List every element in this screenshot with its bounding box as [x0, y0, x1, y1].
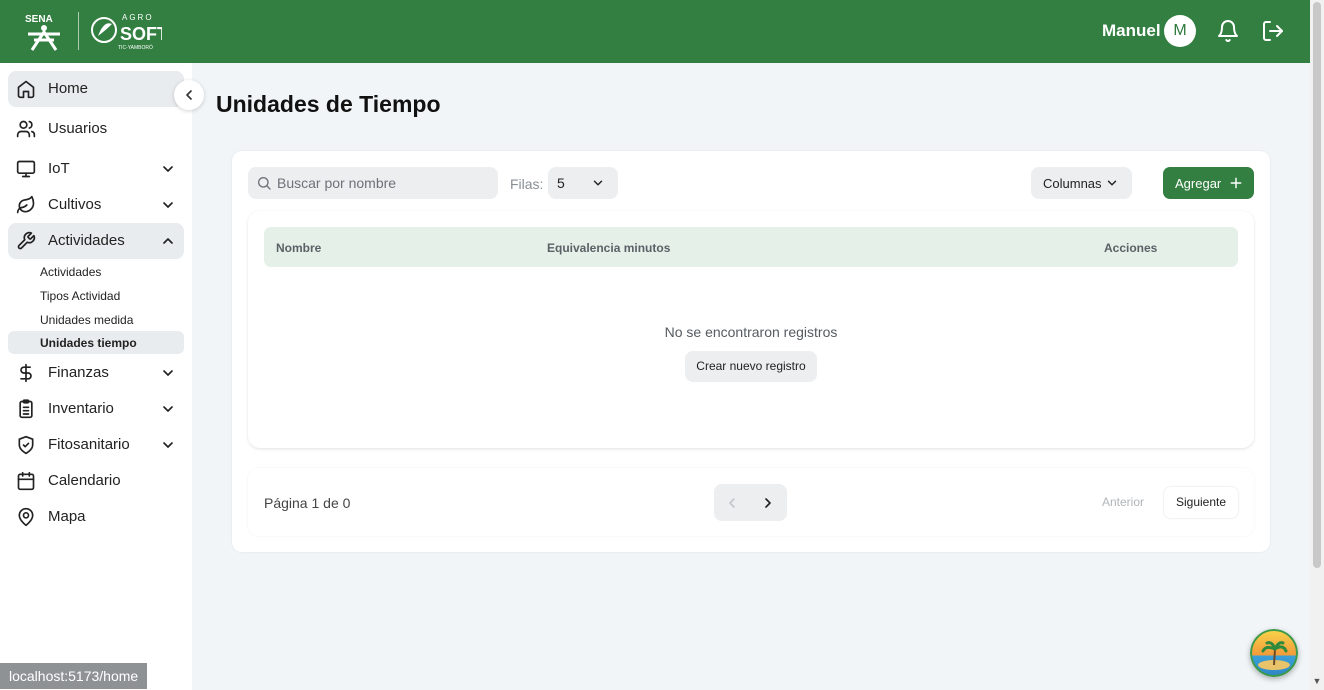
column-header-equivalencia[interactable]: Equivalencia minutos — [547, 241, 670, 255]
sidebar-item-fitosanitario[interactable]: Fitosanitario — [8, 427, 184, 463]
sidebar-subitem-label: Actividades — [40, 265, 102, 279]
sidebar-item-label: Home — [48, 80, 89, 97]
sidebar-item-calendario[interactable]: Calendario — [8, 463, 184, 499]
svg-text:SENA: SENA — [25, 14, 53, 25]
shield-check-icon — [18, 435, 34, 455]
sidebar-item-label: Inventario — [48, 400, 114, 417]
users-icon — [16, 120, 36, 138]
sidebar-item-finanzas[interactable]: Finanzas — [8, 355, 184, 391]
rows-per-page-select[interactable]: 5 — [548, 167, 618, 199]
sidebar-item-label: Usuarios — [48, 120, 108, 137]
previous-page-button[interactable]: Anterior — [1090, 487, 1156, 518]
sidebar-item-label: Finanzas — [48, 364, 109, 381]
sidebar-item-label: Calendario — [48, 472, 121, 489]
logo-divider — [78, 12, 79, 50]
create-record-button[interactable]: Crear nuevo registro — [685, 351, 817, 382]
columns-button-label: Columnas — [1043, 176, 1102, 191]
page-info: Página 1 de 0 — [264, 495, 351, 511]
table-header: Nombre Equivalencia minutos Acciones — [264, 227, 1238, 267]
sidebar-subitem-label: Unidades medida — [40, 313, 134, 327]
page-title: Unidades de Tiempo — [216, 91, 441, 117]
sidebar-item-usuarios[interactable]: Usuarios — [8, 111, 184, 147]
sidebar-subitem-actividades[interactable]: Actividades — [8, 260, 184, 283]
sidebar-item-label: IoT — [48, 160, 70, 177]
rows-label: Filas: — [510, 176, 544, 192]
chevron-down-icon — [1107, 180, 1117, 186]
clipboard-list-icon — [19, 399, 33, 419]
sidebar-item-actividades[interactable]: Actividades — [8, 223, 184, 259]
rows-per-page-value: 5 — [557, 175, 565, 191]
sidebar: Home Usuarios IoT Cultivos Actividades A… — [0, 63, 192, 690]
sidebar-item-inventario[interactable]: Inventario — [8, 391, 184, 427]
chevron-down-icon — [163, 370, 173, 376]
page-nav-group — [714, 484, 787, 521]
user-name: Manuel — [1102, 21, 1161, 40]
search-input[interactable] — [277, 167, 492, 199]
next-page-button[interactable]: Siguiente — [1164, 487, 1238, 518]
sidebar-item-iot[interactable]: IoT — [8, 151, 184, 187]
chevron-left-icon[interactable] — [724, 495, 740, 511]
chevron-down-icon — [163, 202, 173, 208]
sidebar-subitem-unidades-medida[interactable]: Unidades medida — [8, 308, 184, 331]
columns-button[interactable]: Columnas — [1031, 167, 1132, 199]
search-box[interactable] — [248, 167, 498, 199]
calendar-icon — [17, 471, 35, 491]
leaf-icon — [16, 195, 35, 214]
status-url: localhost:5173/home — [0, 663, 148, 689]
sidebar-item-mapa[interactable]: Mapa — [8, 499, 184, 535]
chevron-left-icon — [186, 90, 192, 100]
add-button[interactable]: Agregar — [1163, 167, 1254, 199]
svg-text:SOFT: SOFT — [120, 24, 162, 44]
home-icon — [17, 80, 35, 99]
sidebar-item-home[interactable]: Home — [8, 71, 184, 107]
scroll-down-arrow-icon[interactable]: ▼ — [1312, 676, 1322, 688]
sidebar-subitem-unidades-tiempo[interactable]: Unidades tiempo — [8, 331, 184, 354]
sidebar-item-label: Cultivos — [48, 196, 102, 213]
chevron-right-icon[interactable] — [760, 495, 776, 511]
search-icon — [258, 177, 271, 190]
sidebar-item-label: Fitosanitario — [48, 436, 130, 453]
avatar[interactable]: M — [1164, 15, 1196, 47]
map-pin-icon — [18, 507, 34, 527]
chevron-down-icon — [163, 442, 173, 448]
assistant-bubble-icon[interactable] — [1250, 629, 1298, 677]
agrosoft-logo: AGRO SOFT TIC-YAMBORÓ — [91, 13, 162, 51]
plus-icon — [1230, 177, 1242, 189]
sena-logo: SENA — [25, 14, 60, 51]
chevron-down-icon — [163, 406, 173, 412]
empty-state-text: No se encontraron registros — [664, 324, 838, 340]
bell-icon[interactable] — [1216, 19, 1240, 43]
sidebar-collapse-button[interactable] — [174, 80, 204, 110]
add-button-label: Agregar — [1175, 176, 1222, 191]
sidebar-subitem-label: Unidades tiempo — [40, 336, 137, 350]
wrench-icon — [17, 231, 36, 250]
sidebar-item-label: Actividades — [48, 232, 125, 249]
svg-text:AGRO: AGRO — [122, 13, 154, 22]
chevron-up-icon — [163, 238, 173, 244]
column-header-nombre[interactable]: Nombre — [276, 241, 321, 255]
svg-text:TIC-YAMBORÓ: TIC-YAMBORÓ — [118, 44, 153, 51]
monitor-icon — [16, 160, 36, 178]
column-header-acciones: Acciones — [1104, 241, 1158, 255]
sidebar-subitem-tipos-actividad[interactable]: Tipos Actividad — [8, 284, 184, 307]
dollar-icon — [20, 363, 32, 383]
sidebar-item-cultivos[interactable]: Cultivos — [8, 187, 184, 223]
scrollbar-thumb[interactable] — [1313, 2, 1321, 568]
chevron-down-icon — [593, 180, 603, 186]
sidebar-item-label: Mapa — [48, 508, 86, 525]
sidebar-subitem-label: Tipos Actividad — [40, 289, 121, 303]
logout-icon[interactable] — [1261, 19, 1285, 43]
top-bar: SENA AGRO SOFT TIC-YAMBORÓ Manuel M — [0, 0, 1310, 63]
chevron-down-icon — [163, 166, 173, 172]
